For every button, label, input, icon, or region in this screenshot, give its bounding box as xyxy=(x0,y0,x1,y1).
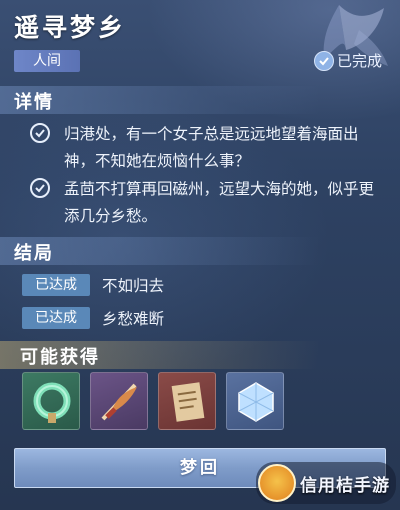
check-circle-icon xyxy=(313,50,334,71)
endings-header-bar xyxy=(0,237,400,265)
details-title: 详情 xyxy=(14,92,54,113)
watermark-logo-icon xyxy=(258,464,296,502)
realm-tag: 人间 xyxy=(14,50,80,72)
reward-items xyxy=(22,372,284,430)
ending-row: 已达成 不如归去 xyxy=(22,274,164,296)
quest-title: 遥寻梦乡 xyxy=(14,13,127,42)
rewards-title: 可能获得 xyxy=(20,347,100,368)
details-header-bar xyxy=(0,86,400,114)
jade-ring-icon xyxy=(33,382,71,423)
check-circle-icon xyxy=(30,123,50,143)
endings-title: 结局 xyxy=(14,243,54,264)
reward-item-slot[interactable] xyxy=(226,372,284,430)
status-label: 已完成 xyxy=(336,52,382,70)
detail-text: 孟茴不打算再回磁州，远望大海的她，似乎更添几分乡愁。 xyxy=(64,180,375,225)
watermark-text: 信用桔手游 xyxy=(300,475,390,496)
ending-name: 不如归去 xyxy=(102,277,165,295)
achieved-badge: 已达成 xyxy=(22,274,90,296)
detail-item: 孟茴不打算再回磁州，远望大海的她，似乎更添几分乡愁。 xyxy=(30,176,390,230)
reward-item-slot[interactable] xyxy=(158,372,216,430)
scroll-icon xyxy=(171,382,205,422)
detail-item: 归港处，有一个女子总是远远地望着海面出神，不知她在烦恼什么事？ xyxy=(30,121,390,175)
feather-blade-icon xyxy=(101,383,137,421)
crystal-cube-icon xyxy=(238,382,274,422)
achieved-badge: 已达成 xyxy=(22,307,90,329)
watermark: 信用桔手游 xyxy=(256,462,396,504)
check-circle-icon xyxy=(30,178,50,198)
ending-row: 已达成 乡愁难断 xyxy=(22,307,164,329)
reward-item-slot[interactable] xyxy=(22,372,80,430)
ending-name: 乡愁难断 xyxy=(102,310,165,328)
completion-status: 已完成 xyxy=(313,50,382,71)
reward-item-slot[interactable] xyxy=(90,372,148,430)
detail-text: 归港处，有一个女子总是远远地望着海面出神，不知她在烦恼什么事？ xyxy=(64,125,359,170)
